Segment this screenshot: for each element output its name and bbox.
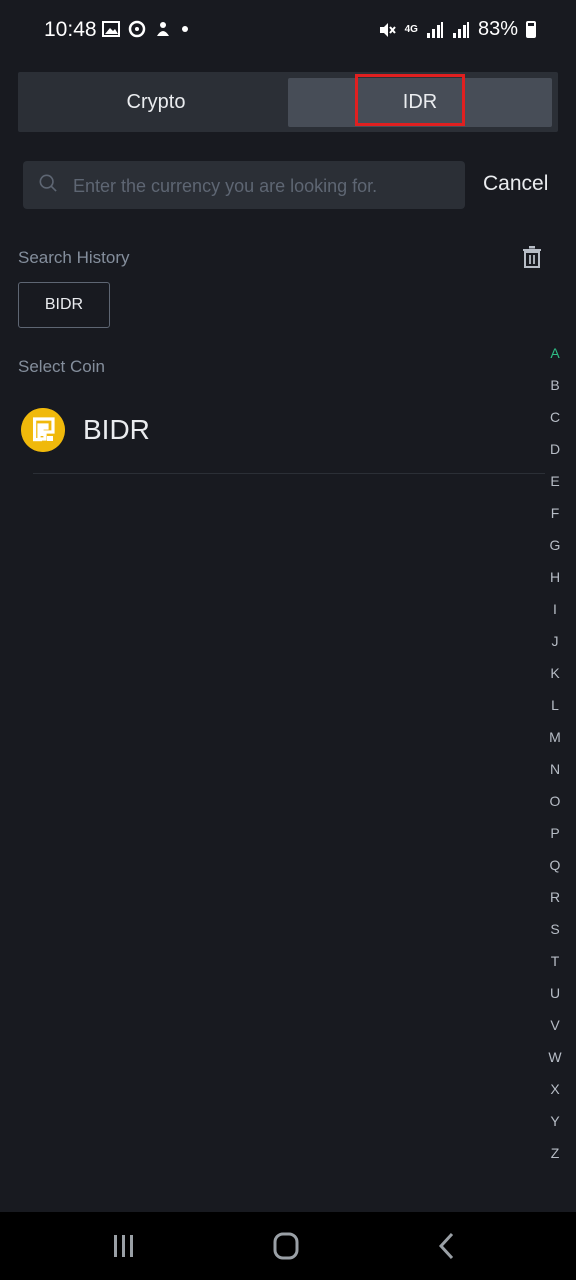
divider xyxy=(33,473,545,474)
bidr-coin-icon xyxy=(21,408,65,452)
alpha-letter-s[interactable]: S xyxy=(541,913,569,945)
mute-icon xyxy=(379,22,396,37)
alpha-letter-q[interactable]: Q xyxy=(541,849,569,881)
status-time: 10:48 xyxy=(44,18,97,41)
alpha-letter-y[interactable]: Y xyxy=(541,1105,569,1137)
alpha-letter-u[interactable]: U xyxy=(541,977,569,1009)
alpha-letter-c[interactable]: C xyxy=(541,401,569,433)
alpha-letter-g[interactable]: G xyxy=(541,529,569,561)
sync-icon xyxy=(128,20,146,38)
system-icons: 4G 83% xyxy=(377,18,536,41)
battery-percent: 83% xyxy=(477,18,518,40)
coin-row-bidr[interactable]: BIDR xyxy=(18,400,546,460)
search-history-title: Search History xyxy=(18,248,130,267)
alpha-letter-o[interactable]: O xyxy=(541,785,569,817)
alpha-letter-t[interactable]: T xyxy=(541,945,569,977)
tab-crypto[interactable]: Crypto xyxy=(24,78,288,127)
search-input[interactable] xyxy=(71,161,455,211)
search-icon xyxy=(39,174,57,192)
home-icon[interactable] xyxy=(266,1230,306,1262)
alpha-letter-r[interactable]: R xyxy=(541,881,569,913)
alpha-letter-b[interactable]: B xyxy=(541,369,569,401)
currency-type-toggle: Crypto IDR xyxy=(18,72,558,132)
alpha-letter-k[interactable]: K xyxy=(541,657,569,689)
alpha-letter-f[interactable]: F xyxy=(541,497,569,529)
notification-icons xyxy=(102,20,190,38)
system-nav-bar xyxy=(0,1212,576,1280)
network-type: 4G xyxy=(404,23,418,35)
alpha-letter-n[interactable]: N xyxy=(541,753,569,785)
app-notification-icon xyxy=(157,22,169,36)
alpha-letter-m[interactable]: M xyxy=(541,721,569,753)
status-bar: 10:48 4G 83% xyxy=(0,0,576,62)
idr-highlight-box xyxy=(355,74,465,126)
trash-icon[interactable] xyxy=(522,246,542,268)
alpha-letter-l[interactable]: L xyxy=(541,689,569,721)
signal-icon xyxy=(426,21,443,38)
alphabet-index[interactable]: ABCDEFGHIJKLMNOPQRSTUVWXYZ xyxy=(541,337,569,1169)
alpha-letter-x[interactable]: X xyxy=(541,1073,569,1105)
cancel-button[interactable]: Cancel xyxy=(483,172,548,196)
dot-icon xyxy=(182,26,188,32)
alpha-letter-w[interactable]: W xyxy=(541,1041,569,1073)
history-chip-bidr[interactable]: BIDR xyxy=(18,282,110,328)
search-box xyxy=(23,161,465,211)
back-icon[interactable] xyxy=(428,1230,468,1262)
gallery-icon xyxy=(102,21,120,37)
battery-icon xyxy=(526,21,536,38)
alpha-letter-v[interactable]: V xyxy=(541,1009,569,1041)
alpha-letter-d[interactable]: D xyxy=(541,433,569,465)
signal-icon-2 xyxy=(452,21,469,38)
recent-apps-icon[interactable] xyxy=(104,1230,144,1262)
coin-select-screen: 10:48 4G 83% Crypto IDR Cancel Search Hi… xyxy=(0,0,576,1280)
alpha-letter-i[interactable]: I xyxy=(541,593,569,625)
alpha-letter-j[interactable]: J xyxy=(541,625,569,657)
select-coin-title: Select Coin xyxy=(18,357,105,376)
alpha-letter-h[interactable]: H xyxy=(541,561,569,593)
alpha-letter-e[interactable]: E xyxy=(541,465,569,497)
coin-name: BIDR xyxy=(83,414,150,445)
alpha-letter-p[interactable]: P xyxy=(541,817,569,849)
alpha-letter-z[interactable]: Z xyxy=(541,1137,569,1169)
alpha-letter-a[interactable]: A xyxy=(541,337,569,369)
